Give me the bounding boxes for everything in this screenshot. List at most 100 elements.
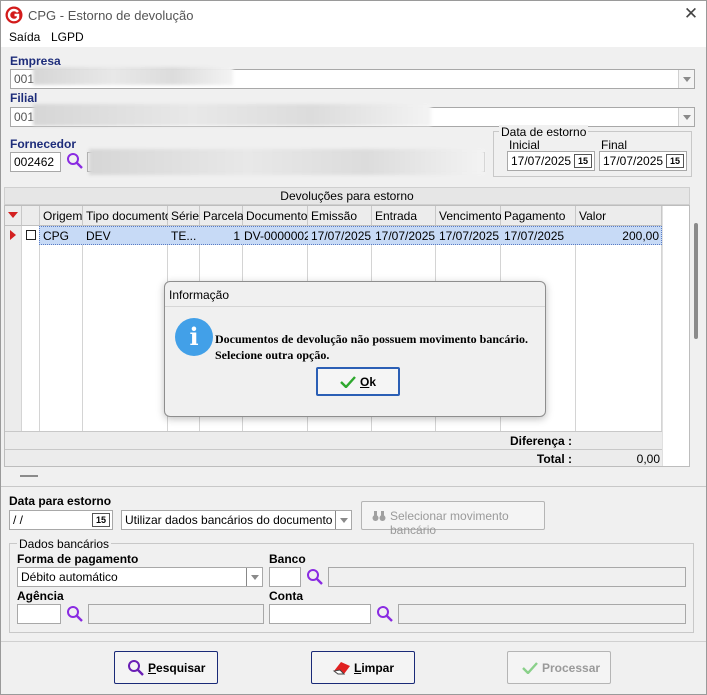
col-header-serie[interactable]: Série: [168, 206, 200, 226]
banco-label: Banco: [269, 552, 306, 566]
calendar-icon[interactable]: 15: [574, 154, 592, 168]
conta-name-field: [398, 604, 686, 624]
col-header-pagamento[interactable]: Pagamento: [501, 206, 576, 226]
search-icon[interactable]: [66, 605, 84, 623]
menu-bar: Saída LGPD: [1, 29, 706, 47]
conta-label: Conta: [269, 589, 303, 603]
title-bar: CPG - Estorno de devolução ✕: [1, 1, 706, 29]
calendar-icon[interactable]: 15: [92, 513, 110, 527]
cell-serie: TE...: [171, 229, 197, 243]
search-icon[interactable]: [66, 152, 84, 170]
vertical-scrollbar[interactable]: [662, 206, 689, 466]
cell-entrada: 17/07/2025: [375, 229, 436, 243]
filial-label: Filial: [10, 91, 38, 105]
cell-tipo: DEV: [86, 229, 111, 243]
empresa-code: 001: [14, 72, 35, 86]
grid-indicator-header: [5, 206, 22, 226]
forma-pagamento-label: Forma de pagamento: [17, 552, 139, 566]
grid-indicator-col: [5, 226, 22, 431]
close-button[interactable]: ✕: [677, 3, 705, 27]
grid-col: [40, 226, 83, 431]
col-header-parcela[interactable]: Parcela: [200, 206, 244, 226]
sort-down-icon: [8, 212, 18, 218]
inicial-date-input[interactable]: 17/07/2025 15: [507, 151, 595, 171]
grid-col: [22, 226, 40, 431]
processar-button[interactable]: Processar: [507, 651, 611, 684]
data-estorno-legend: Data de estorno: [499, 125, 589, 139]
checkmark-icon: [522, 662, 538, 674]
final-date-input[interactable]: 17/07/2025 15: [599, 151, 687, 171]
grid-col: [83, 226, 168, 431]
col-header-entrada[interactable]: Entrada: [372, 206, 436, 226]
row-checkbox[interactable]: [26, 230, 36, 240]
col-header-tipo[interactable]: Tipo documento: [83, 206, 172, 226]
app-window: CPG - Estorno de devolução ✕ Saída LGPD …: [0, 0, 707, 695]
checkmark-icon: [340, 376, 356, 388]
cell-parcela: 1: [233, 229, 240, 243]
banco-name-field: [328, 567, 686, 587]
divider: [1, 486, 706, 487]
col-header-valor[interactable]: Valor: [576, 206, 662, 226]
inicial-label: Inicial: [509, 138, 540, 152]
cell-emissao: 17/07/2025: [311, 229, 372, 243]
data-para-estorno-label: Data para estorno: [9, 494, 112, 508]
grid-caption: Devoluções para estorno: [4, 187, 690, 205]
total-label: Total :: [536, 452, 572, 466]
empresa-label: Empresa: [10, 54, 61, 68]
dados-bancarios-option-select[interactable]: Utilizar dados bancários do documento: [121, 510, 352, 530]
pesquisar-button[interactable]: Pesquisar: [114, 651, 218, 684]
redacted-empresa-name: [33, 67, 233, 85]
cell-documento: DV-0000002: [244, 229, 308, 243]
search-icon[interactable]: [376, 605, 394, 623]
dialog-message-line1: Documentos de devolução não possuem movi…: [215, 332, 529, 346]
grid-total-row: Total : 0,00: [5, 449, 662, 466]
total-value: 0,00: [636, 452, 660, 466]
conta-code-input[interactable]: [269, 604, 371, 624]
forma-pagamento-select[interactable]: Débito automático: [17, 567, 263, 587]
col-header-documento[interactable]: Documento: [243, 206, 308, 226]
limpar-button[interactable]: Limpar: [311, 651, 415, 684]
dados-bancarios-legend: Dados bancários: [17, 537, 112, 551]
dialog-message-line2: Selecione outra opção.: [215, 348, 330, 362]
menu-item-saida[interactable]: Saída: [9, 30, 40, 44]
scroll-thumb[interactable]: [694, 223, 698, 339]
fornecedor-label: Fornecedor: [10, 137, 77, 151]
info-icon: i: [175, 318, 213, 356]
grid-check-header[interactable]: [22, 206, 40, 226]
eraser-icon: [332, 662, 350, 675]
divider: [1, 641, 706, 642]
divider: [165, 306, 545, 307]
fornecedor-code-input[interactable]: 002462: [10, 152, 61, 172]
grid-diferenca-row: Diferença :: [5, 431, 662, 449]
diferenca-label: Diferença :: [509, 434, 572, 448]
selecionar-movimento-button[interactable]: Selecionar movimento bancário: [361, 501, 545, 537]
ok-button[interactable]: Ok: [316, 367, 400, 396]
filial-code: 001: [14, 110, 35, 124]
search-icon[interactable]: [306, 568, 324, 586]
information-dialog: Informação i Documentos de devolução não…: [164, 281, 546, 417]
menu-item-lgpd[interactable]: LGPD: [51, 30, 84, 44]
app-logo-icon: [5, 6, 23, 24]
chevron-down-icon[interactable]: [335, 511, 351, 529]
data-para-estorno-input[interactable]: / / 15: [9, 510, 113, 530]
close-icon: ✕: [683, 4, 699, 23]
cell-pagamento: 17/07/2025: [504, 229, 565, 243]
calendar-icon[interactable]: 15: [666, 154, 684, 168]
binoculars-icon: [372, 511, 386, 521]
redacted-fornecedor-name: [89, 149, 485, 175]
redacted-filial-name: [33, 104, 431, 126]
col-header-origem[interactable]: Origem: [40, 206, 83, 226]
agencia-label: Agência: [17, 589, 64, 603]
horizontal-scroll-thumb[interactable]: [20, 475, 38, 477]
chevron-down-icon[interactable]: [678, 108, 694, 126]
grid-col: [576, 226, 662, 431]
chevron-down-icon[interactable]: [246, 568, 262, 586]
col-header-vencimento[interactable]: Vencimento: [436, 206, 502, 226]
cell-valor: 200,00: [622, 229, 659, 243]
banco-code-input[interactable]: [269, 567, 301, 587]
window-title: CPG - Estorno de devolução: [28, 8, 194, 23]
chevron-down-icon[interactable]: [678, 70, 694, 88]
col-header-emissao[interactable]: Emissão: [308, 206, 372, 226]
agencia-code-input[interactable]: [17, 604, 61, 624]
final-label: Final: [601, 138, 628, 152]
